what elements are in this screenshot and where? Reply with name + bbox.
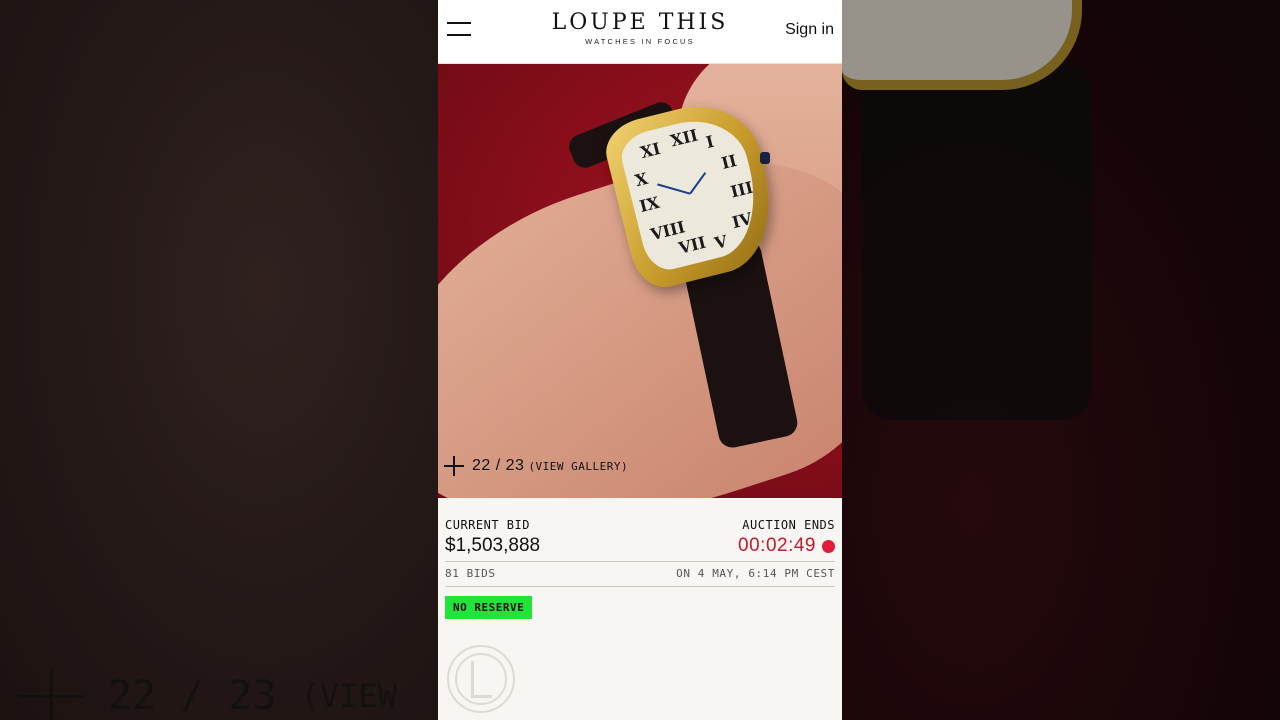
background-gallery-counter: 22 / 23 (VIEW bbox=[18, 668, 397, 720]
view-gallery-label: (VIEW GALLERY) bbox=[528, 459, 629, 473]
divider-2 bbox=[445, 586, 835, 587]
background-plus-icon bbox=[18, 668, 84, 720]
watch-crown bbox=[760, 152, 770, 164]
auction-meta-row: 81 BIDS ON 4 MAY, 6:14 PM CEST bbox=[445, 562, 835, 586]
view-gallery-button[interactable]: 22 / 23 (VIEW GALLERY) bbox=[444, 456, 628, 476]
gallery-counter: 22 / 23 bbox=[472, 457, 525, 474]
background-right-panel bbox=[842, 0, 1280, 720]
current-bid-label: CURRENT BID bbox=[445, 518, 530, 532]
logo-subtitle: WATCHES IN FOCUS bbox=[585, 37, 695, 46]
site-header: LOUPE THIS WATCHES IN FOCUS Sign in bbox=[438, 0, 842, 64]
background-left-panel: 22 / 23 (VIEW bbox=[0, 0, 438, 720]
auction-ends-label: AUCTION ENDS bbox=[742, 518, 835, 532]
sign-in-link[interactable]: Sign in bbox=[785, 21, 834, 39]
current-bid-value: $1,503,888 bbox=[445, 535, 541, 556]
background-gallery-label: (VIEW bbox=[300, 677, 397, 715]
auction-info: CURRENT BID AUCTION ENDS $1,503,888 00:0… bbox=[445, 518, 835, 619]
auction-end-date: ON 4 MAY, 6:14 PM CEST bbox=[676, 567, 835, 580]
hero-image[interactable]: XI XII I II X IX III VIII IV VII V 22 / … bbox=[438, 64, 842, 498]
live-indicator-icon bbox=[822, 539, 835, 553]
countdown-wrap: 00:02:49 bbox=[738, 535, 835, 557]
auction-labels-row: CURRENT BID AUCTION ENDS bbox=[445, 518, 835, 532]
bid-count[interactable]: 81 BIDS bbox=[445, 567, 496, 580]
plus-icon bbox=[444, 456, 464, 476]
no-reserve-badge: NO RESERVE bbox=[445, 596, 533, 619]
background-dim-overlay bbox=[0, 0, 438, 720]
logo-title: LOUPE THIS bbox=[551, 10, 729, 35]
background-dim-overlay-right bbox=[842, 0, 1280, 720]
auction-page: LOUPE THIS WATCHES IN FOCUS Sign in XI X… bbox=[438, 0, 842, 720]
site-logo[interactable]: LOUPE THIS WATCHES IN FOCUS bbox=[438, 10, 842, 46]
brand-seal-icon bbox=[447, 645, 515, 713]
auction-values-row: $1,503,888 00:02:49 bbox=[445, 532, 835, 557]
background-gallery-count: 22 / 23 bbox=[108, 673, 277, 719]
countdown-timer: 00:02:49 bbox=[738, 535, 816, 556]
